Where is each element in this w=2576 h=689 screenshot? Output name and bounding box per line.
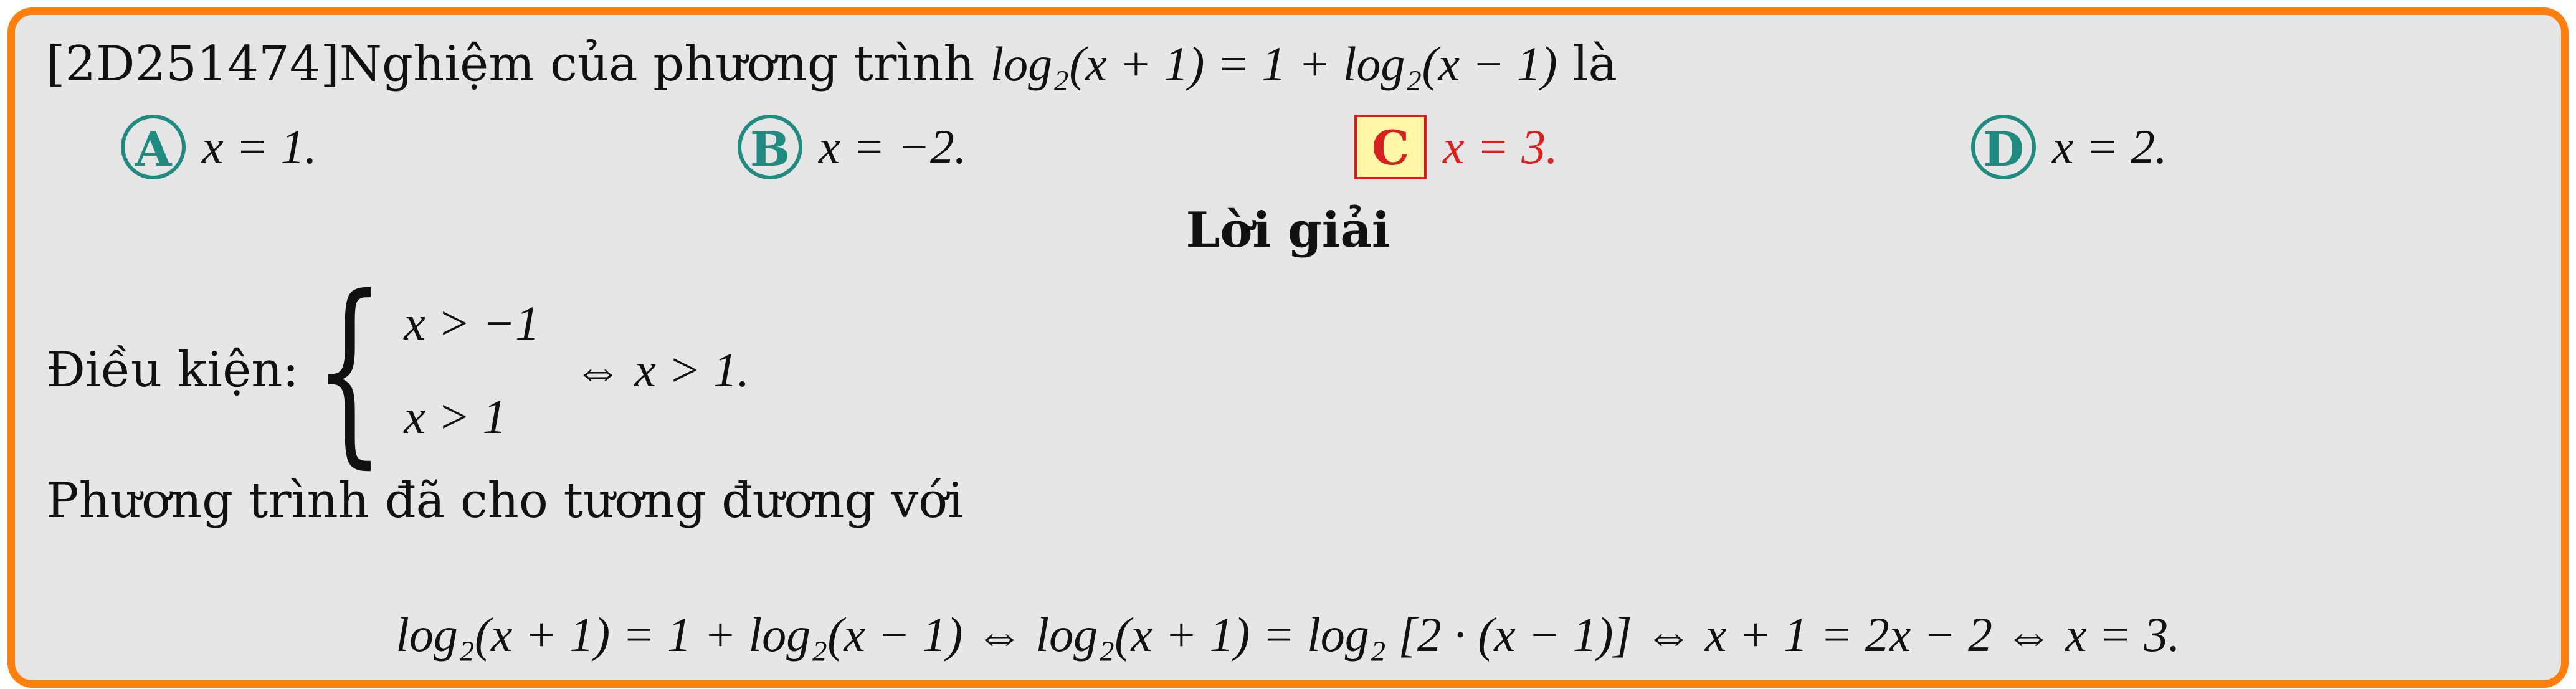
option-c-text: x = 3. — [1443, 120, 1558, 174]
option-a-text: x = 1. — [202, 120, 317, 174]
question-line: [2D251474]Nghiệm của phương trình log₂(x… — [46, 36, 1617, 92]
equivalent-text: Phương trình đã cho tương đương với — [46, 473, 964, 529]
condition-2: x > 1 — [404, 389, 507, 444]
option-b-text: x = −2. — [819, 120, 967, 174]
question-equation: log₂(x + 1) = 1 + log₂(x − 1) — [990, 37, 1557, 91]
option-c[interactable]: Cx = 3. — [1354, 115, 1558, 179]
condition-label: Điều kiện: — [46, 342, 299, 398]
question-suffix: là — [1557, 36, 1617, 92]
condition-block: Điều kiện: { x > −1 x > 1 ⇔ x > 1. — [46, 270, 750, 470]
option-a[interactable]: Ax = 1. — [121, 115, 317, 179]
option-d[interactable]: Dx = 2. — [1971, 115, 2167, 179]
brace-symbol: { — [314, 254, 384, 486]
option-c-label: C — [1354, 115, 1427, 179]
condition-result: ⇔ x > 1. — [573, 343, 750, 397]
condition-1: x > −1 — [404, 296, 540, 350]
option-d-text: x = 2. — [2052, 120, 2167, 174]
option-b-label: B — [738, 115, 802, 179]
option-d-label: D — [1971, 115, 2036, 179]
option-a-label: A — [121, 115, 186, 179]
question-prefix: [2D251474]Nghiệm của phương trình — [46, 36, 991, 92]
question-card: [2D251474]Nghiệm của phương trình log₂(x… — [7, 7, 2569, 688]
final-equation: log₂(x + 1) = 1 + log₂(x − 1) ⇔ log₂(x +… — [396, 607, 2180, 662]
condition-cases: x > −1 x > 1 — [404, 277, 539, 463]
option-b[interactable]: Bx = −2. — [738, 115, 966, 179]
solution-title: Lời giải — [1186, 202, 1390, 259]
